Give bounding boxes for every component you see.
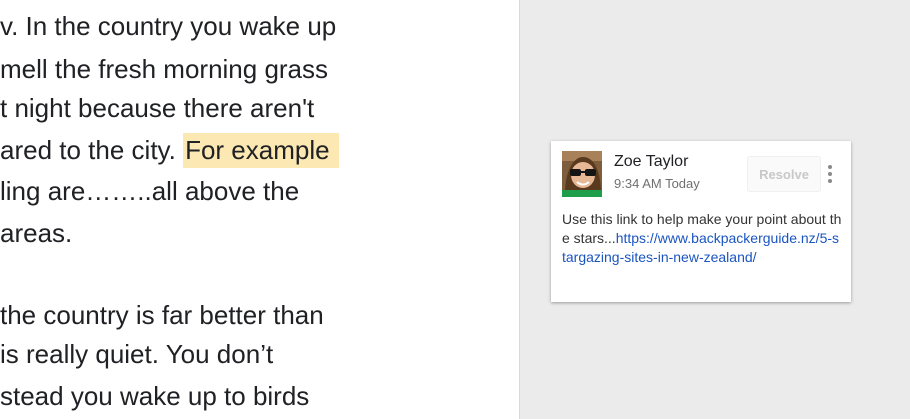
highlighted-comment-anchor[interactable]: For example bbox=[183, 133, 339, 168]
comment-author: Zoe Taylor bbox=[614, 153, 689, 170]
document-line-4-text: ared to the city. bbox=[0, 135, 176, 165]
document-line-8: is really quiet. You don’t bbox=[0, 339, 274, 369]
user-avatar-icon bbox=[562, 151, 602, 197]
document-line-4: ared to the city. For example bbox=[0, 132, 339, 168]
document-line-2: mell the fresh morning grass bbox=[0, 54, 329, 84]
comment-timestamp: 9:34 AM Today bbox=[614, 176, 700, 191]
comment-body: Use this link to help make your point ab… bbox=[562, 210, 842, 267]
document-line-9: stead you wake up to birds bbox=[0, 381, 310, 411]
document-page[interactable]: v. In the country you wake up mell the f… bbox=[0, 0, 520, 419]
document-line-6: areas. bbox=[0, 218, 73, 248]
vertical-ellipsis-icon[interactable] bbox=[825, 164, 835, 184]
resolve-button[interactable]: Resolve bbox=[747, 156, 821, 192]
comment-card[interactable]: Zoe Taylor 9:34 AM Today Resolve Use thi… bbox=[551, 141, 851, 302]
document-line-1: v. In the country you wake up bbox=[0, 11, 337, 41]
document-line-3: t night because there aren't bbox=[0, 93, 315, 123]
document-line-7: the country is far better than bbox=[0, 300, 324, 330]
document-line-5: ling are……..all above the bbox=[0, 176, 300, 206]
